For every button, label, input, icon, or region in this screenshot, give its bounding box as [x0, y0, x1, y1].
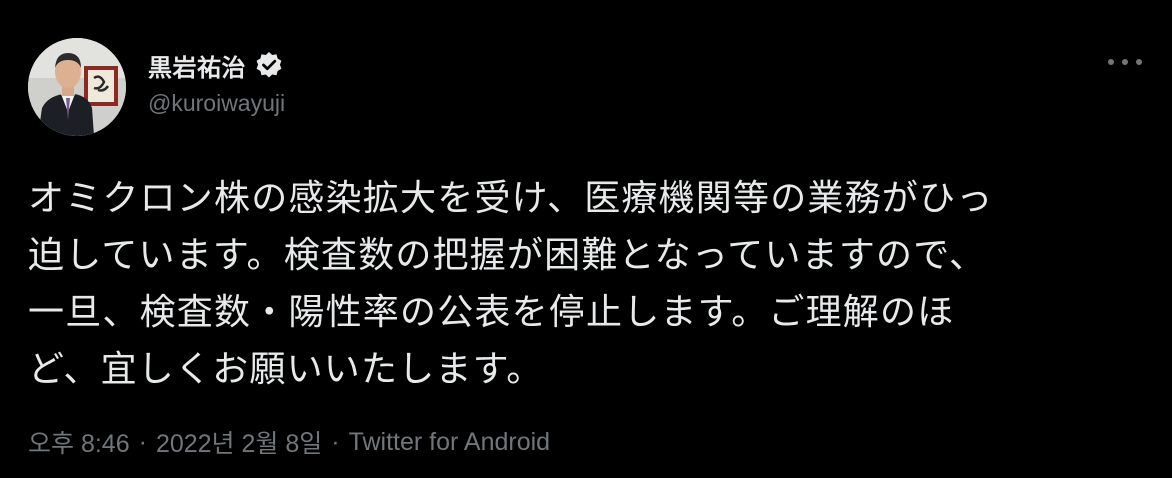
tweet-text-line: 一旦、検査数・陽性率の公表を停止します。ご理解のほ: [28, 292, 955, 333]
more-horizontal-icon-dot: [1122, 59, 1128, 65]
author-display-name[interactable]: 黒岩祐治: [148, 48, 246, 83]
tweet-text-line: オミクロン株の感染拡大を受け、医療機関等の業務がひっ: [28, 178, 994, 219]
tweet-metadata: 오후 8:46 · 2022년 2월 8일 · Twitter for Andr…: [28, 422, 550, 462]
avatar-photo: [28, 38, 126, 136]
tweet-text: オミクロン株の感染拡大を受け、医療機関等の業務がひっ 迫しています。検査数の把握…: [28, 170, 1143, 398]
meta-separator: ·: [331, 427, 340, 456]
tweet-source[interactable]: Twitter for Android: [349, 428, 550, 457]
author-handle[interactable]: @kuroiwayuji: [148, 90, 285, 117]
tweet-text-line: ど、宜しくお願いいたします。: [28, 349, 544, 390]
tweet-date[interactable]: 2022년 2월 8일: [156, 424, 322, 460]
avatar[interactable]: [28, 38, 126, 136]
name-row: 黒岩祐治: [148, 48, 285, 82]
more-horizontal-icon-dot: [1108, 59, 1114, 65]
more-horizontal-icon-dot: [1136, 59, 1142, 65]
more-options-button[interactable]: [1108, 50, 1142, 74]
tweet-text-line: 迫しています。検査数の把握が困難となっていますので、: [28, 235, 987, 276]
tweet-header: 黒岩祐治 @kuroiwayuji: [28, 38, 285, 136]
tweet-time[interactable]: 오후 8:46: [28, 424, 130, 460]
verified-badge-icon: [254, 50, 284, 80]
tweet-card: 黒岩祐治 @kuroiwayuji オミクロン株の感染拡大を受け、医療機関等の業…: [0, 0, 1172, 478]
meta-separator: ·: [138, 427, 147, 456]
author-identity: 黒岩祐治 @kuroiwayuji: [148, 48, 285, 117]
